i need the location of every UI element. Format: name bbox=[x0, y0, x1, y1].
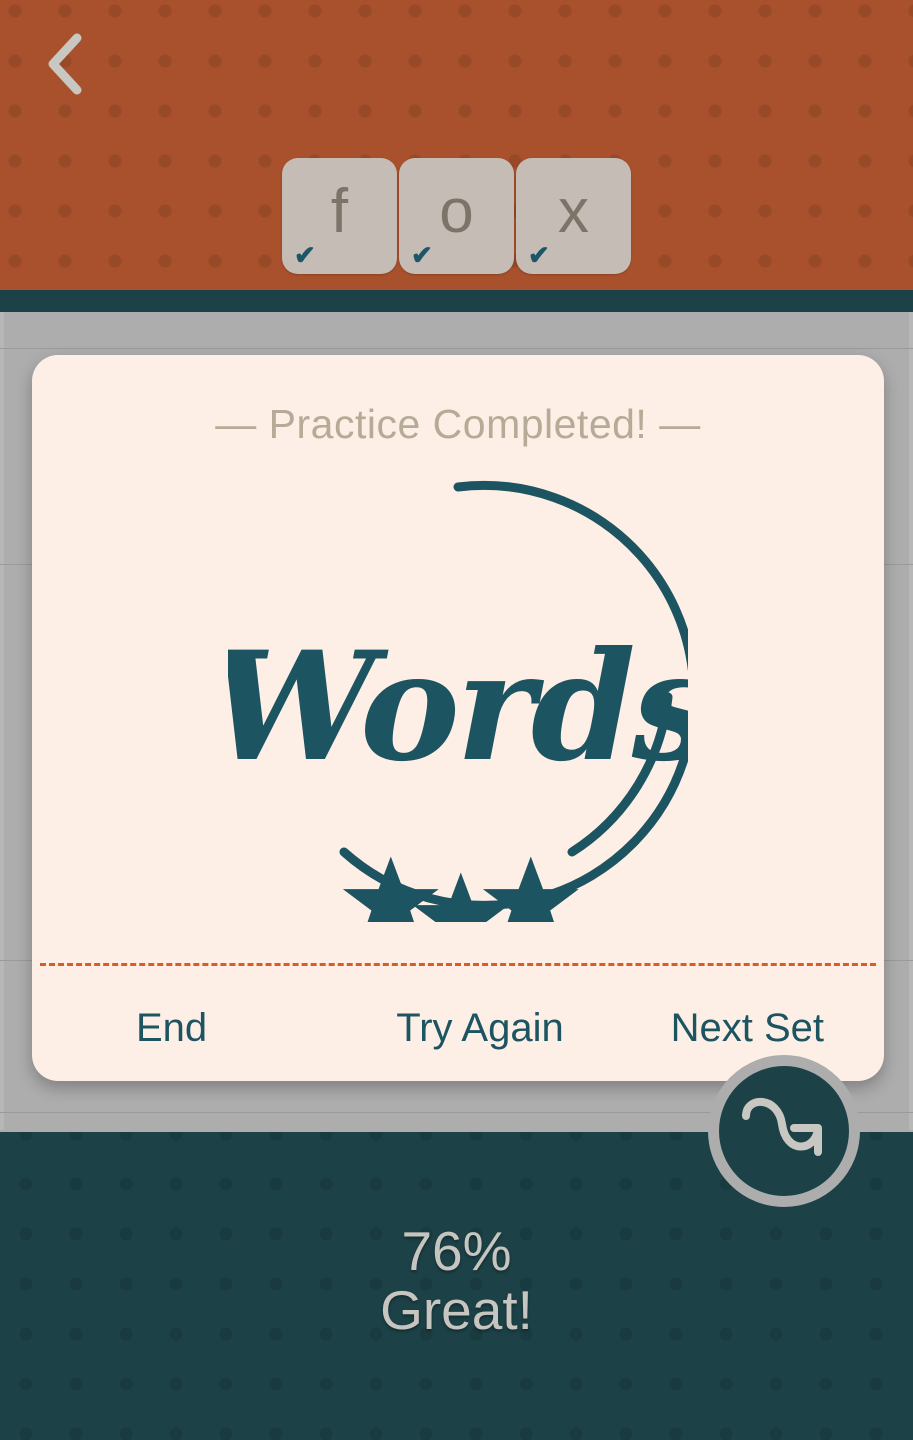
backdrop-edge-right bbox=[909, 312, 913, 1130]
next-set-button[interactable]: Next Set bbox=[595, 1006, 884, 1051]
check-icon: ✔ bbox=[294, 240, 316, 270]
shuffle-curve-arrow-icon bbox=[738, 1092, 830, 1170]
header-divider-stripe bbox=[0, 290, 913, 312]
chevron-left-icon bbox=[44, 33, 88, 95]
letter-tile[interactable]: o ✔ bbox=[399, 158, 514, 274]
practice-header: f ✔ o ✔ x ✔ bbox=[0, 0, 913, 290]
backdrop-rule bbox=[0, 348, 913, 349]
letter-tile[interactable]: f ✔ bbox=[282, 158, 397, 274]
backdrop-edge-left bbox=[0, 312, 4, 1130]
score-block: 76% Great! bbox=[0, 1222, 913, 1340]
shuffle-button[interactable] bbox=[708, 1055, 860, 1207]
check-icon: ✔ bbox=[411, 240, 433, 270]
app-screen: f ✔ o ✔ x ✔ — Practice Completed! — Word… bbox=[0, 0, 913, 1440]
try-again-button[interactable]: Try Again bbox=[365, 1006, 594, 1051]
back-button[interactable] bbox=[30, 24, 102, 104]
score-word: Great! bbox=[380, 1278, 533, 1341]
practice-completed-dialog: — Practice Completed! — Words End Try Ag… bbox=[32, 355, 884, 1081]
letter-tile[interactable]: x ✔ bbox=[516, 158, 631, 274]
word-tile-row: f ✔ o ✔ x ✔ bbox=[0, 158, 913, 274]
words-circle-logo: Words bbox=[32, 467, 884, 922]
dialog-separator bbox=[40, 963, 876, 966]
tile-letter: o bbox=[439, 177, 474, 246]
end-button[interactable]: End bbox=[32, 1006, 365, 1051]
dialog-title: — Practice Completed! — bbox=[215, 401, 701, 447]
tile-letter: f bbox=[330, 177, 349, 246]
tile-letter: x bbox=[558, 177, 589, 246]
svg-text:Words: Words bbox=[228, 619, 688, 795]
score-percent: 76% bbox=[401, 1220, 512, 1282]
check-icon: ✔ bbox=[528, 240, 550, 270]
